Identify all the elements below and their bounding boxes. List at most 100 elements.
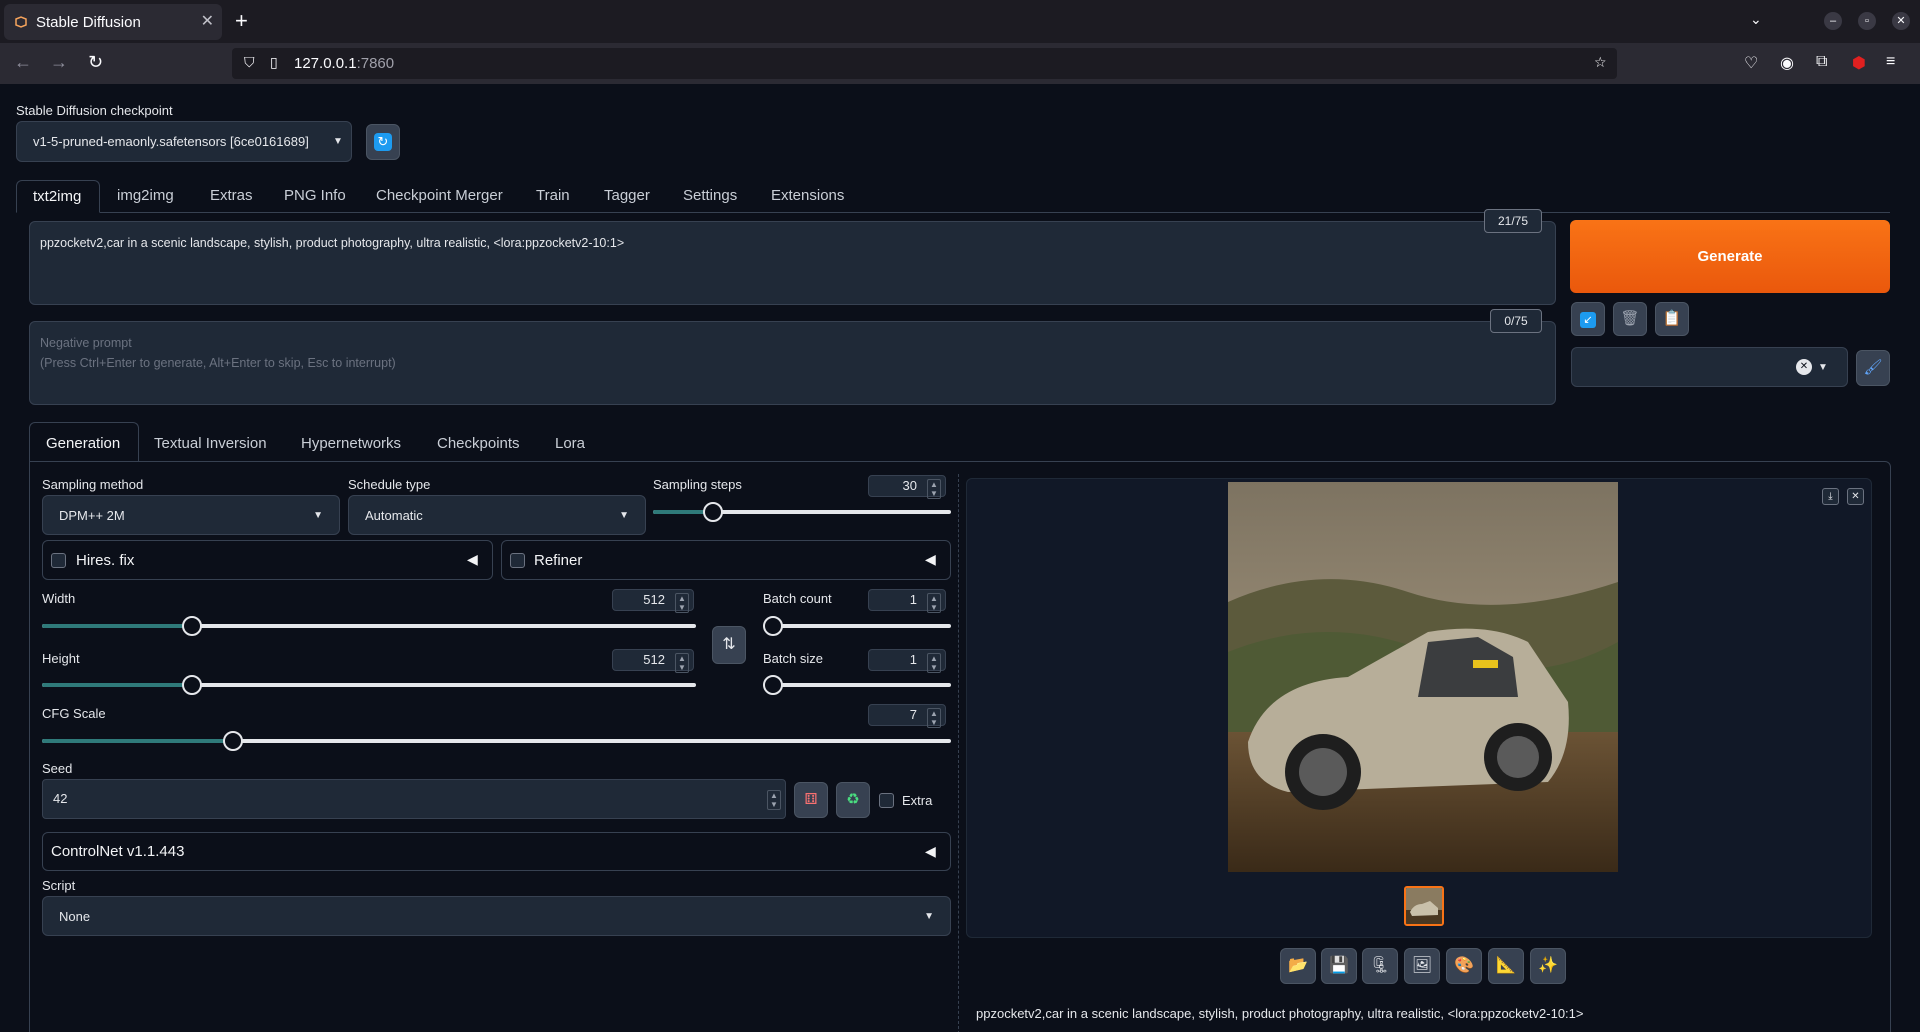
extra-seed-checkbox[interactable] — [879, 793, 894, 808]
script-select[interactable]: None ▼ — [42, 896, 951, 936]
page-icon[interactable]: ▯ — [270, 54, 278, 71]
open-folder-button[interactable]: 📂 — [1280, 948, 1316, 984]
close-window-icon[interactable]: ✕ — [1892, 12, 1910, 30]
download-icon[interactable]: ⤓ — [1822, 488, 1839, 505]
dice-icon: ⚅ — [804, 791, 818, 808]
schedule-type-select[interactable]: Automatic ▼ — [348, 495, 646, 535]
stepper-icon[interactable]: ▲ ▼ — [675, 593, 689, 613]
stepper-icon[interactable]: ▲ ▼ — [927, 708, 941, 728]
width-input[interactable]: 512 ▲ ▼ — [612, 589, 694, 613]
subtab-hypernetworks[interactable]: Hypernetworks — [301, 435, 401, 452]
chevron-down-icon[interactable]: ⌄ — [1750, 11, 1762, 28]
ublock-icon[interactable]: ⬢ — [1852, 53, 1866, 73]
stepper-icon[interactable]: ▲ ▼ — [675, 653, 689, 673]
send-to-inpaint-button[interactable]: 🎨 — [1446, 948, 1482, 984]
height-slider[interactable] — [42, 675, 696, 695]
brush-icon: 🖌 — [1863, 359, 1883, 376]
checkpoint-select[interactable]: v1-5-pruned-emaonly.safetensors [6ce0161… — [16, 121, 352, 162]
reuse-seed-button[interactable]: ♻ — [836, 782, 870, 818]
zip-button[interactable]: 🗜 — [1362, 948, 1398, 984]
send-to-img2img-button[interactable]: 🖼 — [1404, 948, 1440, 984]
read-params-button[interactable]: ↙ — [1571, 302, 1605, 336]
gallery-thumbnail[interactable] — [1404, 886, 1444, 926]
random-seed-button[interactable]: ⚅ — [794, 782, 828, 818]
stepper-icon[interactable]: ▲ ▼ — [767, 790, 781, 810]
subtab-generation[interactable]: Generation — [29, 422, 139, 462]
batch-size-thumb[interactable] — [763, 675, 783, 695]
new-tab-icon[interactable]: + — [235, 8, 248, 34]
browser-tab[interactable]: Stable Diffusion ✕ — [4, 4, 222, 40]
width-slider[interactable] — [42, 616, 696, 636]
tab-checkpoint-merger[interactable]: Checkpoint Merger — [376, 187, 503, 204]
refiner-accordion[interactable]: Refiner ◀ — [501, 540, 951, 580]
cfg-scale-slider[interactable] — [42, 731, 951, 751]
negative-prompt-textarea[interactable]: Negative prompt (Press Ctrl+Enter to gen… — [29, 321, 1556, 405]
apply-styles-button[interactable]: 📋 — [1655, 302, 1689, 336]
batch-count-thumb[interactable] — [763, 616, 783, 636]
maximize-icon[interactable]: ▫ — [1858, 12, 1876, 30]
output-caption: ppzocketv2,car in a scenic landscape, st… — [976, 1006, 1584, 1021]
close-tab-icon[interactable]: ✕ — [201, 11, 214, 31]
schedule-type-value: Automatic — [365, 508, 423, 523]
refresh-checkpoints-button[interactable]: ↻ — [366, 124, 400, 160]
forward-icon[interactable]: → — [50, 52, 68, 73]
tab-png-info[interactable]: PNG Info — [284, 187, 346, 204]
hires-fix-label: Hires. fix — [76, 552, 135, 569]
tab-extras[interactable]: Extras — [210, 187, 253, 204]
cfg-scale-input[interactable]: 7 ▲ ▼ — [868, 704, 946, 728]
bookmark-star-icon[interactable]: ☆ — [1594, 54, 1607, 71]
upscale-button[interactable]: ✨ — [1530, 948, 1566, 984]
send-to-extras-button[interactable]: 📐 — [1488, 948, 1524, 984]
collapse-arrow-icon[interactable]: ◀ — [925, 843, 936, 860]
controlnet-accordion[interactable]: ControlNet v1.1.443 ◀ — [42, 832, 951, 871]
url-bar[interactable]: ⛉ ▯ 127.0.0.1:7860 ☆ — [232, 48, 1617, 79]
batch-size-slider[interactable] — [763, 675, 951, 695]
subtab-checkpoints[interactable]: Checkpoints — [437, 435, 520, 452]
stepper-icon[interactable]: ▲ ▼ — [927, 479, 941, 499]
edit-styles-button[interactable]: 🖌 — [1856, 350, 1890, 386]
save-button[interactable]: 💾 — [1321, 948, 1357, 984]
menu-icon[interactable]: ≡ — [1886, 53, 1895, 71]
minimize-icon[interactable]: – — [1824, 12, 1842, 30]
stepper-icon[interactable]: ▲ ▼ — [927, 593, 941, 613]
tab-extensions[interactable]: Extensions — [771, 187, 844, 204]
sampling-steps-thumb[interactable] — [702, 502, 723, 522]
sampling-method-select[interactable]: DPM++ 2M ▼ — [42, 495, 340, 535]
clear-styles-icon[interactable]: ✕ — [1796, 359, 1812, 375]
refiner-checkbox[interactable] — [510, 553, 525, 568]
styles-select[interactable]: ✕ ▼ — [1571, 347, 1848, 387]
stepper-icon[interactable]: ▲ ▼ — [927, 653, 941, 673]
hires-fix-checkbox[interactable] — [51, 553, 66, 568]
swap-dimensions-button[interactable]: ⇅ — [712, 626, 746, 664]
prompt-textarea[interactable]: ppzocketv2,car in a scenic landscape, st… — [29, 221, 1556, 305]
cfg-scale-thumb[interactable] — [222, 731, 243, 751]
generate-button[interactable]: Generate — [1570, 220, 1890, 293]
subtab-textual-inversion[interactable]: Textual Inversion — [154, 435, 267, 452]
account-icon[interactable]: ◉ — [1780, 53, 1794, 73]
batch-count-slider[interactable] — [763, 616, 951, 636]
back-icon[interactable]: ← — [14, 52, 32, 73]
generated-image[interactable] — [1228, 482, 1618, 872]
sampling-steps-input[interactable]: 30 ▲ ▼ — [868, 475, 946, 499]
tab-tagger[interactable]: Tagger — [604, 187, 650, 204]
subtab-lora[interactable]: Lora — [555, 435, 585, 452]
tab-img2img[interactable]: img2img — [117, 187, 174, 204]
tab-train[interactable]: Train — [536, 187, 570, 204]
collapse-arrow-icon[interactable]: ◀ — [467, 551, 478, 568]
reload-icon[interactable]: ↻ — [88, 52, 103, 73]
collapse-arrow-icon[interactable]: ◀ — [925, 551, 936, 568]
tab-settings[interactable]: Settings — [683, 187, 737, 204]
clipboard-icon: 📋 — [1662, 310, 1682, 327]
hires-fix-accordion[interactable]: Hires. fix ◀ — [42, 540, 493, 580]
clear-prompt-button[interactable]: 🗑 — [1613, 302, 1647, 336]
batch-count-input[interactable]: 1 ▲ ▼ — [868, 589, 946, 613]
shield-icon[interactable]: ⛉ — [244, 54, 255, 71]
close-icon[interactable]: ✕ — [1847, 488, 1864, 505]
sampling-steps-slider[interactable] — [653, 502, 951, 522]
pocket-icon[interactable]: ♡ — [1744, 53, 1758, 73]
batch-size-input[interactable]: 1 ▲ ▼ — [868, 649, 946, 673]
height-input[interactable]: 512 ▲ ▼ — [612, 649, 694, 673]
extensions-icon[interactable]: ⧉ — [1816, 53, 1827, 71]
seed-input[interactable]: 42 ▲ ▼ — [42, 779, 786, 819]
tab-txt2img[interactable]: txt2img — [16, 180, 100, 213]
